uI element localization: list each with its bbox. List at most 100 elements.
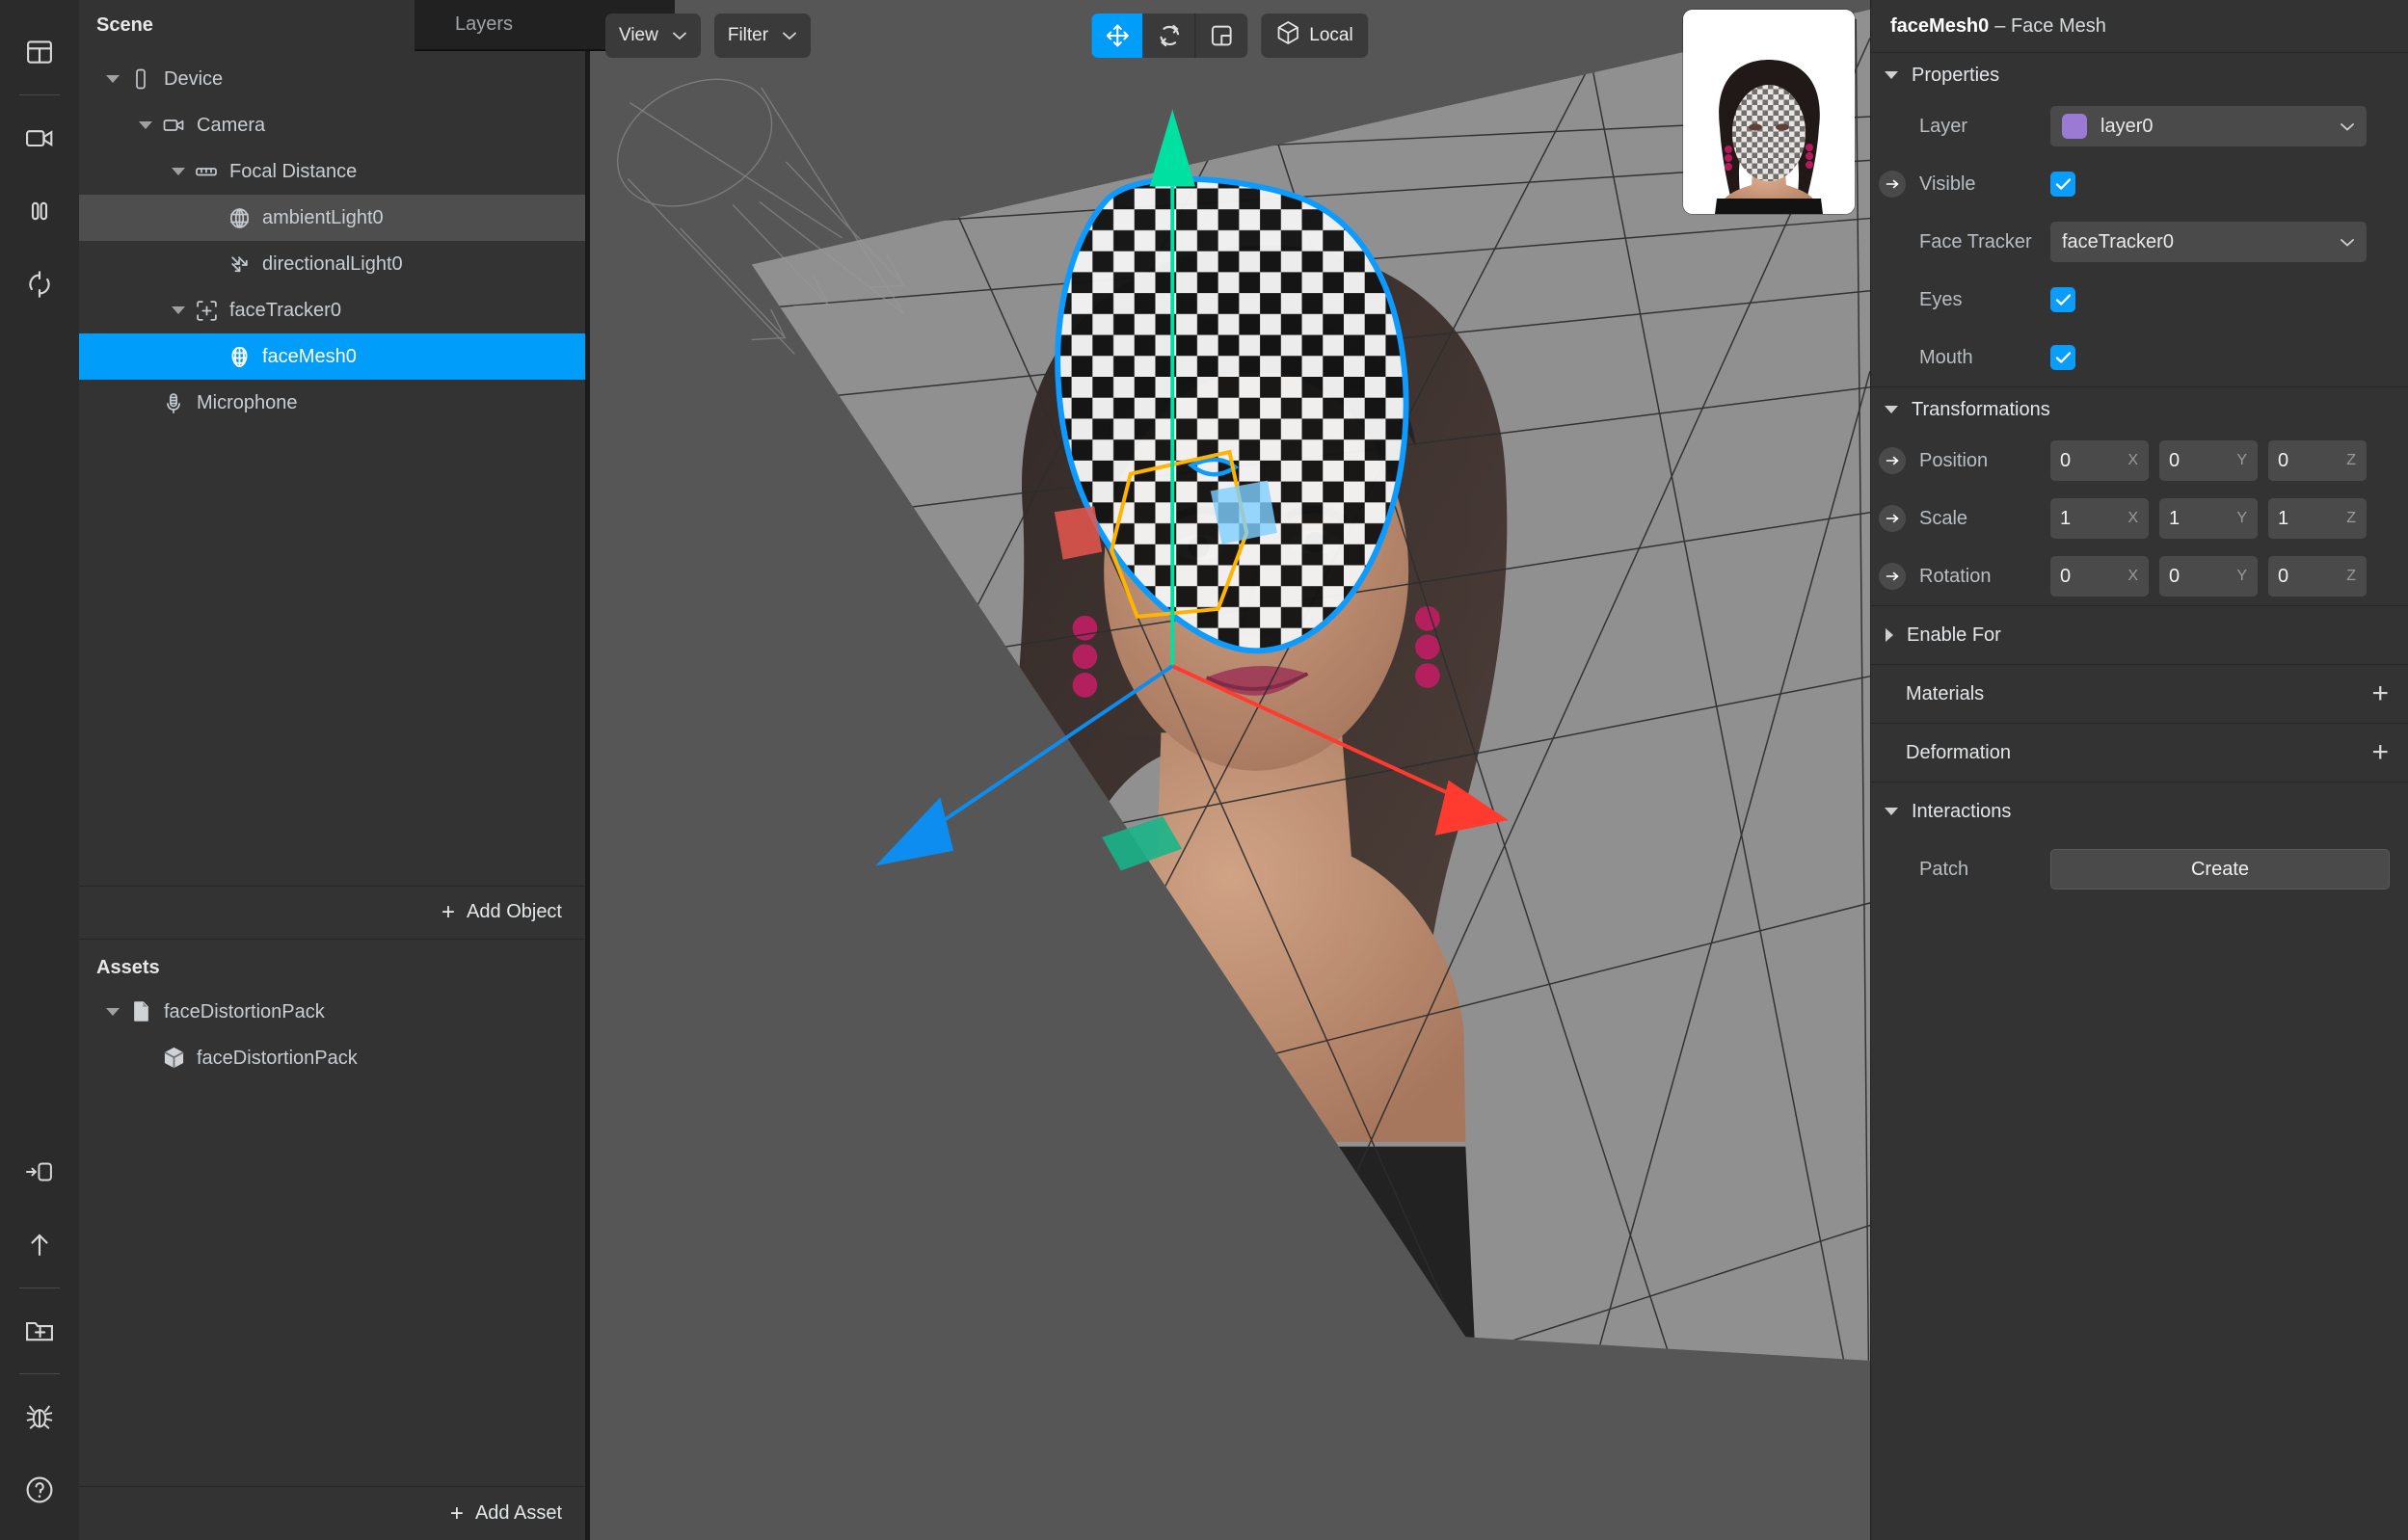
move-tool-button[interactable]	[1091, 13, 1144, 58]
scene-tree-item-microphone[interactable]: Microphone	[79, 380, 585, 426]
upload-icon[interactable]	[14, 1220, 65, 1270]
row-face-tracker: Face Tracker faceTracker0	[1871, 213, 2408, 271]
mouth-checkbox[interactable]	[2050, 345, 2075, 370]
visible-checkbox[interactable]	[2050, 172, 2075, 197]
position-x-input[interactable]: 0 X	[2050, 440, 2149, 481]
caret-down-icon[interactable]	[166, 168, 191, 175]
section-enable-for-header[interactable]: Enable For	[1871, 606, 2408, 664]
face-tracker-select[interactable]: faceTracker0	[2050, 222, 2367, 262]
row-rotation: Rotation 0 X 0 Y 0 Z	[1871, 547, 2408, 605]
section-materials-header[interactable]: Materials +	[1871, 665, 2408, 723]
microphone-icon	[158, 391, 189, 415]
tab-scene[interactable]: Scene	[79, 0, 153, 50]
position-y-value: 0	[2169, 449, 2181, 471]
scene-tree-item-focal-distance[interactable]: Focal Distance	[79, 148, 585, 195]
filter-dropdown[interactable]: Filter	[713, 13, 812, 58]
rotation-patch-arrow[interactable]	[1879, 563, 1906, 590]
scale-tool-button[interactable]	[1195, 13, 1247, 58]
add-object-button[interactable]: + Add Object	[79, 885, 585, 940]
device-preview-thumbnail[interactable]	[1683, 10, 1855, 214]
globe-icon	[224, 206, 254, 230]
caret-down-icon[interactable]	[100, 75, 125, 83]
axis-label-z: Z	[2346, 510, 2356, 526]
section-interactions-header[interactable]: Interactions	[1871, 783, 2408, 840]
asset-item[interactable]: faceDistortionPack	[79, 1035, 585, 1081]
caret-down-icon[interactable]	[133, 121, 158, 129]
section-transformations-label: Transformations	[1912, 398, 2050, 420]
pause-icon[interactable]	[14, 186, 65, 236]
transform-tools-group: Local	[1091, 13, 1369, 58]
row-mouth: Mouth	[1871, 329, 2408, 386]
axis-label-y: Y	[2236, 510, 2247, 526]
left-sidebar: Scene Layers Device Camera Focal Distance a…	[79, 0, 675, 1540]
rotation-z-value: 0	[2278, 565, 2289, 587]
left-toolbar-rail	[0, 0, 79, 1540]
row-eyes: Eyes	[1871, 271, 2408, 329]
scale-z-input[interactable]: 1 Z	[2268, 498, 2367, 539]
add-deformation-button[interactable]: +	[2371, 738, 2389, 767]
chevron-down-icon	[1885, 808, 1898, 815]
section-properties-header[interactable]: Properties	[1871, 53, 2408, 97]
scene-tree-item-ambientlight0[interactable]: ambientLight0	[79, 195, 585, 241]
scene-tree-item-camera[interactable]: Camera	[79, 102, 585, 148]
rotation-z-input[interactable]: 0 Z	[2268, 556, 2367, 597]
chevron-down-icon	[2340, 231, 2355, 253]
patch-label: Patch	[1919, 858, 1969, 880]
position-z-input[interactable]: 0 Z	[2268, 440, 2367, 481]
asset-item[interactable]: faceDistortionPack	[79, 989, 585, 1035]
cube-icon	[1276, 20, 1309, 51]
visible-patch-arrow[interactable]	[1879, 171, 1906, 198]
scale-patch-arrow[interactable]	[1879, 505, 1906, 532]
scene-tree-item-label: Device	[164, 68, 224, 90]
coordinate-space-button[interactable]: Local	[1261, 13, 1369, 58]
cube-icon	[158, 1046, 189, 1070]
mouth-label: Mouth	[1919, 346, 1973, 368]
position-y-input[interactable]: 0 Y	[2159, 440, 2258, 481]
send-to-device-icon[interactable]	[14, 1147, 65, 1197]
inspector-title: faceMesh0 – Face Mesh	[1871, 0, 2408, 53]
assets-title: Assets	[96, 956, 160, 978]
add-folder-icon[interactable]	[14, 1306, 65, 1356]
section-deformation-header[interactable]: Deformation +	[1871, 724, 2408, 782]
rotate-tool-button[interactable]	[1143, 13, 1196, 58]
create-patch-button[interactable]: Create	[2050, 849, 2390, 889]
section-transformations-header[interactable]: Transformations	[1871, 387, 2408, 432]
filter-label: Filter	[727, 25, 769, 45]
scene-tree: Device Camera Focal Distance ambientLight0 d…	[79, 50, 585, 886]
layout-panels-icon[interactable]	[14, 27, 65, 77]
view-dropdown[interactable]: View	[605, 13, 701, 58]
chevron-down-icon	[782, 31, 797, 40]
scale-x-input[interactable]: 1 X	[2050, 498, 2149, 539]
add-material-button[interactable]: +	[2371, 679, 2389, 708]
scene-tree-item-facetracker0[interactable]: faceTracker0	[79, 287, 585, 333]
rotation-x-input[interactable]: 0 X	[2050, 556, 2149, 597]
row-visible: Visible	[1871, 155, 2408, 213]
add-object-label: Add Object	[467, 901, 562, 922]
bug-icon[interactable]	[14, 1392, 65, 1442]
position-patch-arrow[interactable]	[1879, 447, 1906, 474]
sidebar-tabs: Scene Layers	[79, 0, 675, 51]
position-z-value: 0	[2278, 449, 2289, 471]
directional-light-icon	[224, 252, 254, 277]
scene-tree-item-device[interactable]: Device	[79, 56, 585, 102]
scene-tree-item-facemesh0[interactable]: faceMesh0	[79, 333, 585, 380]
caret-down-icon[interactable]	[100, 1007, 125, 1016]
add-asset-button[interactable]: + Add Asset	[79, 1486, 585, 1540]
scale-y-input[interactable]: 1 Y	[2159, 498, 2258, 539]
caret-down-icon[interactable]	[166, 306, 191, 314]
layer-select[interactable]: layer0	[2050, 106, 2367, 146]
help-icon[interactable]	[14, 1465, 65, 1515]
reset-icon[interactable]	[14, 259, 65, 309]
viewport-3d[interactable]: View Filter Local	[590, 0, 1870, 1540]
eyes-checkbox[interactable]	[2050, 287, 2075, 312]
row-layer: Layer layer0	[1871, 97, 2408, 155]
chevron-down-icon	[1885, 71, 1898, 79]
scene-tree-item-label: directionalLight0	[262, 253, 403, 275]
rotation-y-input[interactable]: 0 Y	[2159, 556, 2258, 597]
inspector-object-name: faceMesh0	[1890, 14, 1990, 37]
rail-divider	[19, 94, 60, 95]
axis-label-y: Y	[2236, 568, 2247, 584]
axis-label-x: X	[2127, 452, 2138, 468]
camera-icon[interactable]	[14, 113, 65, 163]
scene-tree-item-directionallight0[interactable]: directionalLight0	[79, 241, 585, 287]
